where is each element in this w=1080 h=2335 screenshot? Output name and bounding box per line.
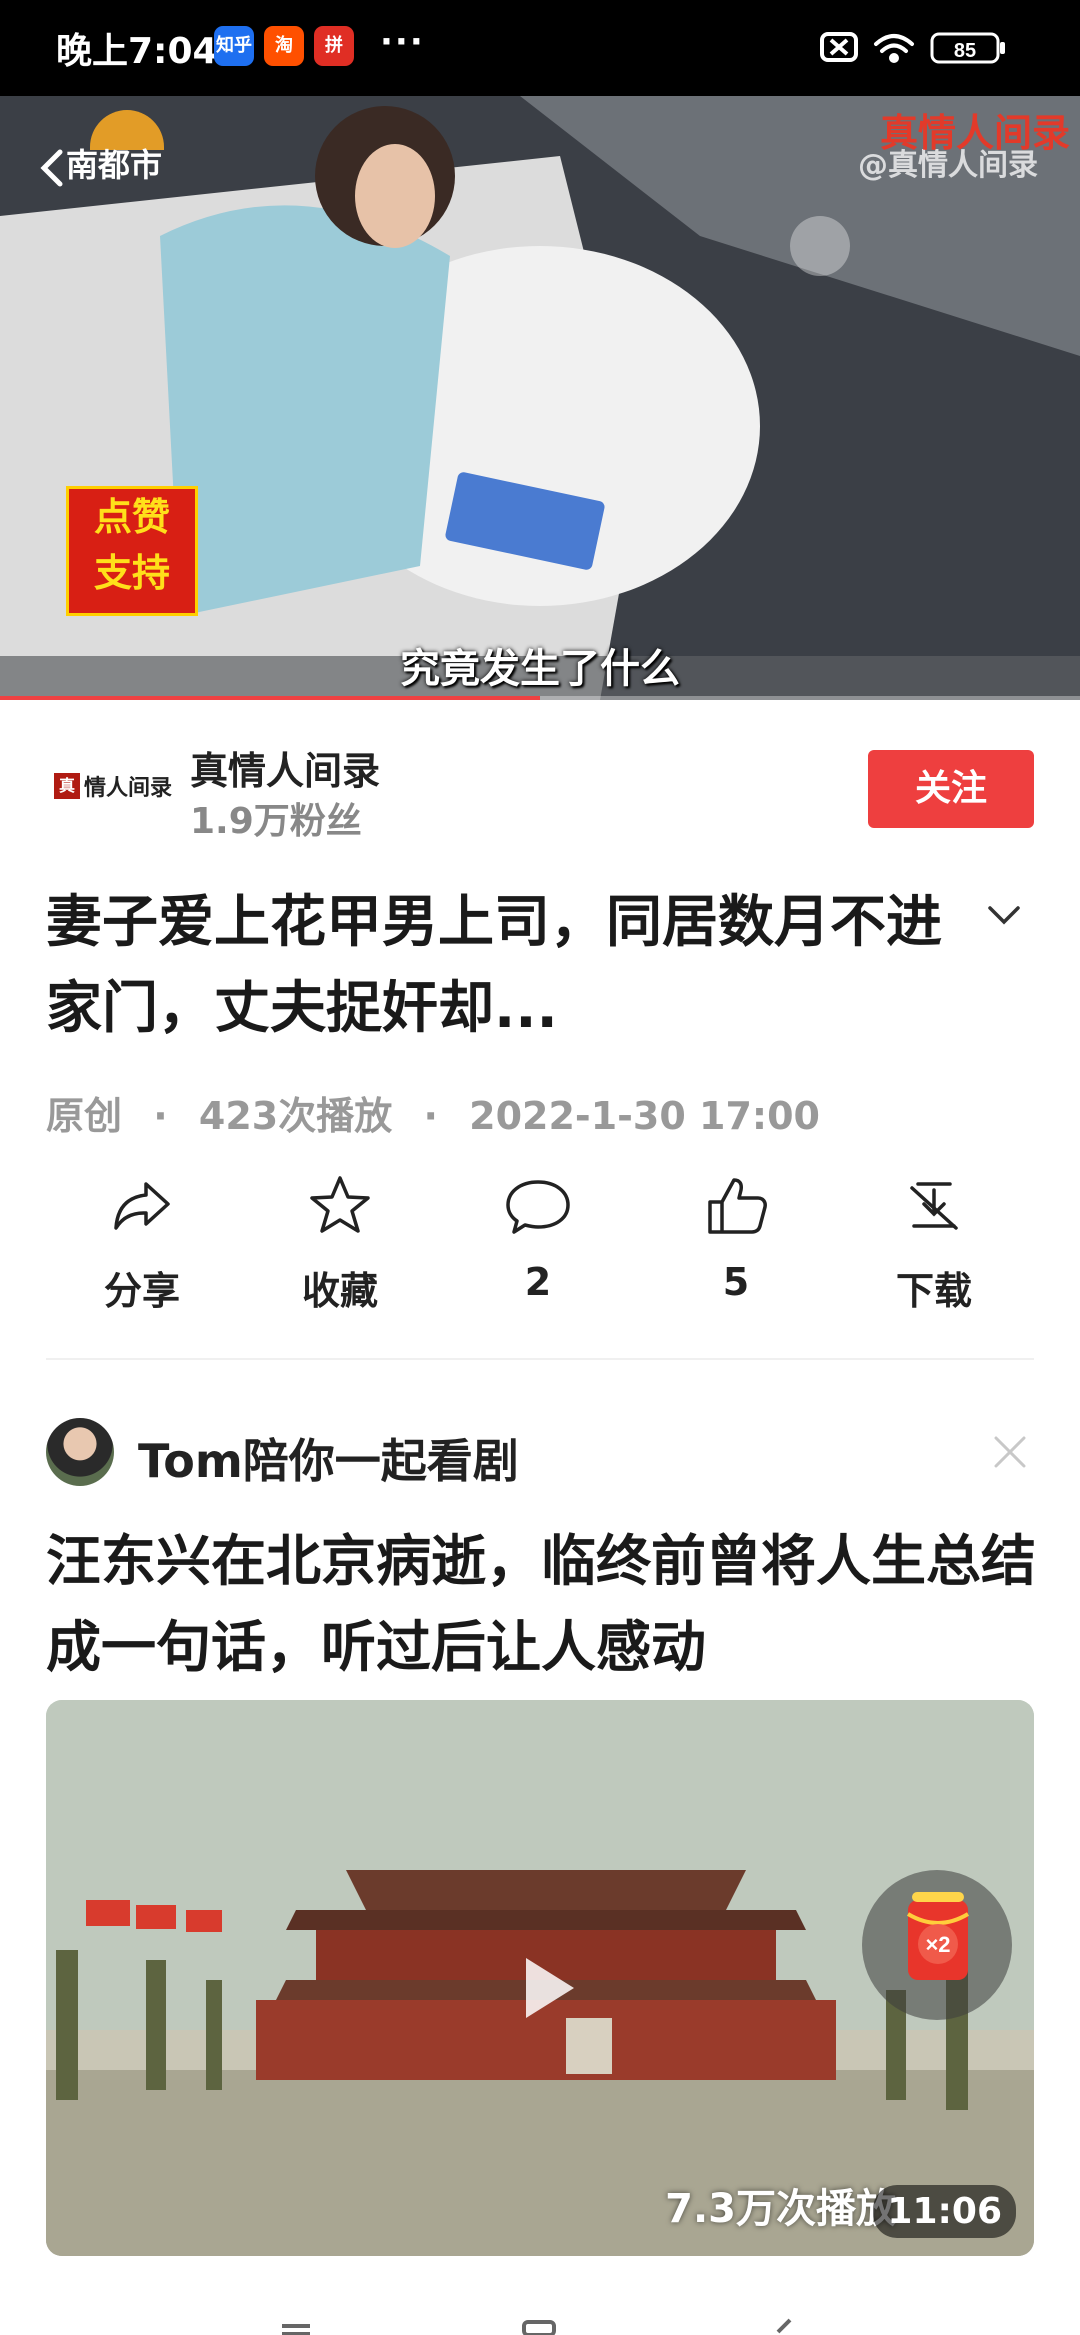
original-tag: 原创 [46,1094,123,1138]
menu-nav-icon [282,2324,310,2335]
author-row: 真 情人间录 真情人间录 1.9万粉丝 关注 [46,730,1036,842]
taobao-icon: 淘 [264,26,304,66]
play-icon[interactable] [506,1948,586,2028]
play-count: 423次播放 [198,1094,393,1138]
status-time: 晚上7:04 [56,31,218,72]
like-badge-line2: 支持 [93,550,170,595]
download-button[interactable]: 下载 [834,1170,1034,1320]
meta-separator: · [153,1094,168,1138]
reward-multiplier: ×2 [925,1932,950,1957]
brand-corner-logo: 真情人间录 [879,110,1070,155]
author-logo-seal: 真 [54,773,80,799]
zhihu-icon: 知乎 [214,26,254,66]
like-badge-line1: 点赞 [93,494,170,539]
share-button[interactable]: 分享 [42,1170,242,1320]
more-notifications-icon: ··· [380,22,425,62]
like-button[interactable]: 5 [636,1170,836,1320]
wifi-icon [874,34,914,63]
video-title: 妻子爱上花甲男上司，同居数月不进家门，丈夫捉奸却... [46,890,942,1041]
share-label: 分享 [103,1269,180,1313]
rec-play-count: 7.3万次播放 [665,2186,896,2232]
pinduoduo-icon: 拼 [314,26,354,66]
comment-count: 2 [524,1260,552,1304]
publish-date: 2022-1-30 17:00 [469,1094,820,1138]
system-nav-bar [282,2318,792,2335]
channel-logo-text: 南都市 [66,146,163,184]
like-support-badge: 点赞 支持 [66,486,198,616]
follow-button[interactable]: 关注 [868,750,1034,828]
download-disabled-icon [910,1182,958,1230]
star-icon [310,1176,370,1233]
author-avatar[interactable]: 真 情人间录 [54,764,204,808]
action-bar: 分享 收藏 2 5 下载 [46,1170,1036,1320]
download-label: 下载 [895,1269,972,1313]
reward-red-packet[interactable]: ×2 [862,1870,1012,2020]
author-name[interactable]: 真情人间录 [190,740,380,795]
close-icon[interactable] [992,1434,1028,1470]
comment-button[interactable]: 2 [438,1170,638,1320]
author-logo-text: 情人间录 [84,775,173,801]
red-packet-icon: ×2 [906,1892,970,1980]
rec-duration: 11:06 [873,2185,1016,2238]
comment-icon [506,1180,570,1234]
channel-logo: 南都市 [66,110,164,186]
like-count: 5 [722,1260,750,1304]
battery-icon: 85 [930,32,1005,64]
favorite-button[interactable]: 收藏 [240,1170,440,1320]
video-progress-fill [0,696,540,700]
mute-icon [820,32,858,62]
thumbs-up-icon [708,1178,767,1234]
rec-author-name[interactable]: Tom陪你一起看剧 [138,1425,519,1491]
video-subtitle: 究竟发生了什么 [400,646,680,692]
video-player[interactable]: 南都市 @真情人间录 真情人间录 点赞 支持 究竟发生了什么 [0,96,1080,700]
rec-author-avatar[interactable] [46,1418,114,1486]
home-nav-icon [522,2320,556,2335]
status-right-icons: 85 [820,32,1005,64]
share-icon [114,1182,170,1230]
video-meta: 原创 · 423次播放 · 2022-1-30 17:00 [46,1085,838,1140]
divider [46,1358,1034,1360]
chevron-down-icon[interactable] [984,895,1024,935]
status-bar: 晚上7:04 知乎 淘 拼 ··· 85 [0,0,1080,96]
meta-separator: · [423,1094,438,1138]
author-fans-count: 1.9万粉丝 [190,801,362,842]
battery-level: 85 [954,40,976,62]
back-nav-icon [776,2318,792,2334]
rec-video-title[interactable]: 汪东兴在北京病逝，临终前曾将人生总结成一句话，听过后让人感动 [46,1518,1046,1690]
video-progress-bar[interactable] [0,696,1080,700]
favorite-label: 收藏 [301,1269,378,1313]
